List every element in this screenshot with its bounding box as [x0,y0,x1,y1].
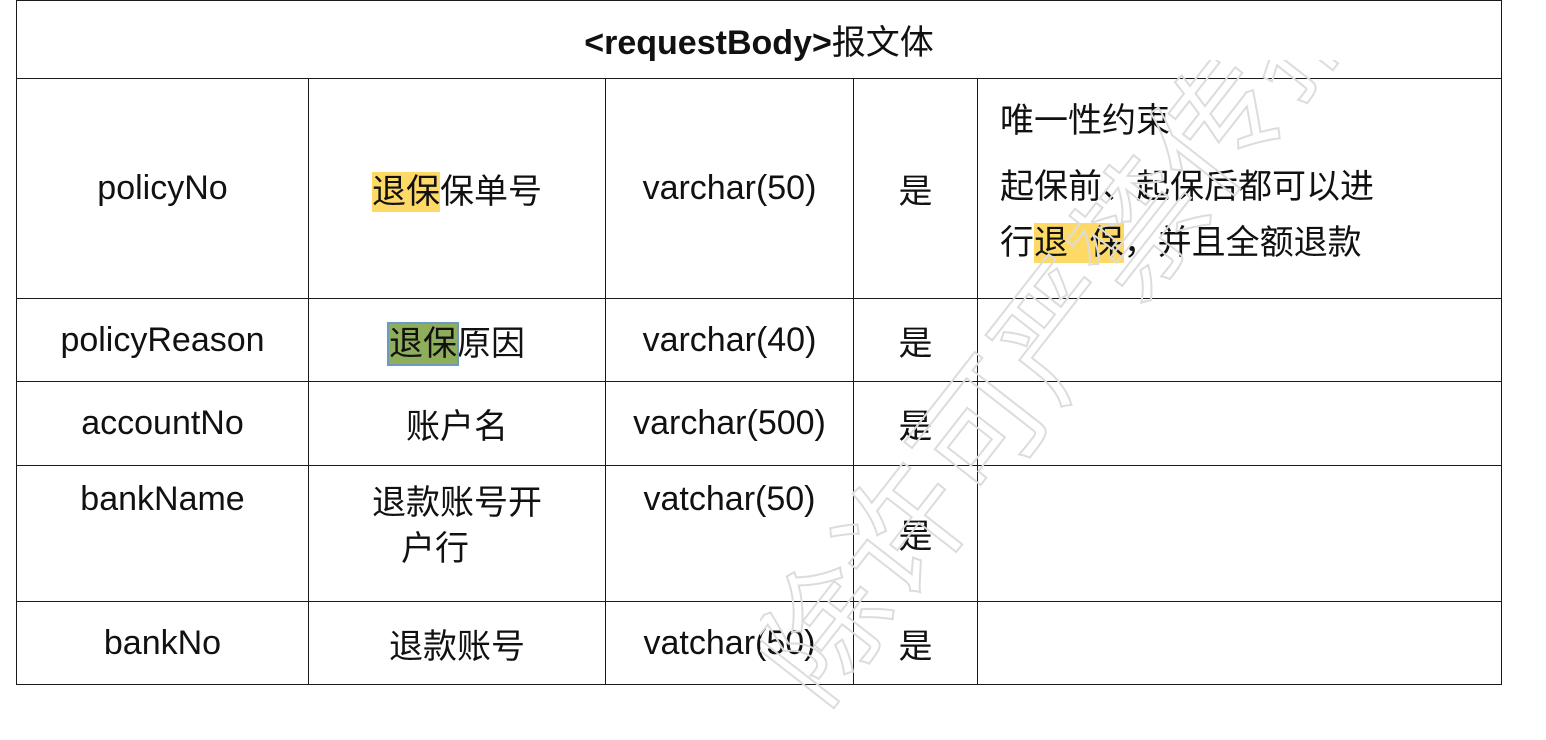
name-highlight: 退保 [372,172,440,212]
table-title: <requestBody>报文体 [15,0,1503,79]
name-highlight: 退保 [387,321,459,366]
field-cell: policyNo [16,78,309,299]
required-cell: 是 [853,601,978,685]
notes-cell: 唯一性约束 起保前、起保后都可以进 行退 保，并且全额退款 [976,78,1503,299]
name-text: 保单号 [440,172,542,212]
field-cell: bankNo [16,601,309,685]
notes-cell [976,298,1503,382]
name-line: 退款账号开 [372,483,542,523]
required-cell: 是 [853,298,978,382]
field-cell: bankName [16,465,309,602]
note-line: 起保前、起保后都可以进 [1000,167,1374,207]
name-cell: 账户名 [308,381,606,466]
title-tag: <requestBody> [584,24,832,62]
required-cell: 是 [853,381,978,466]
type-cell: varchar(40) [605,298,854,382]
required-cell: 是 [853,465,978,602]
notes-cell [976,381,1503,466]
note-highlight: 退 保 [1034,223,1124,263]
table-row: bankName 退款账号开 户行 vatchar(50) 是 [16,465,1503,602]
table-row: policyNo 退保保单号 varchar(50) 是 唯一性约束 起保前、起… [16,78,1503,299]
table-title-row: <requestBody>报文体 [15,0,1503,79]
name-cell: 退保原因 [308,298,606,382]
note-line: 行退 保，并且全额退款 [1000,215,1483,271]
required-cell: 是 [853,78,978,299]
table-row: policyReason 退保原因 varchar(40) 是 [16,298,1503,382]
notes-cell [976,601,1503,685]
field-cell: policyReason [16,298,309,382]
request-body-table: <requestBody>报文体 policyNo 退保保单号 varchar(… [15,0,1503,685]
notes-cell [976,465,1503,602]
title-text: 报文体 [831,23,934,63]
note-text: 行 [1000,223,1034,263]
note-line: 唯一性约束 [1000,101,1170,141]
field-cell: accountNo [16,381,309,466]
name-cell: 退款账号开 户行 [308,465,606,602]
name-cell: 退保保单号 [308,78,606,299]
name-cell: 退款账号 [308,601,606,685]
note-text: ，并且全额退款 [1123,223,1362,263]
type-cell: varchar(50) [605,78,854,299]
type-cell: vatchar(50) [605,465,854,602]
type-cell: vatchar(50) [605,601,854,685]
table-row: accountNo 账户名 varchar(500) 是 [16,381,1503,466]
type-cell: varchar(500) [605,381,854,466]
name-text: 原因 [457,323,525,364]
name-line: 户行 [401,529,469,569]
table-row: bankNo 退款账号 vatchar(50) 是 [16,601,1503,685]
